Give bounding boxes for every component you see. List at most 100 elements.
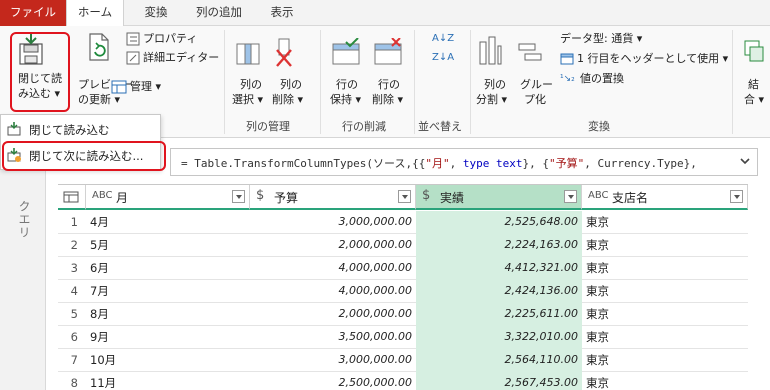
table-row[interactable]: 4 7月 4,000,000.00 2,424,136.00 東京	[58, 280, 748, 303]
cell-branch[interactable]: 東京	[586, 211, 746, 234]
cell-branch[interactable]: 東京	[586, 326, 746, 349]
cell-actual[interactable]: 2,567,453.00	[416, 372, 582, 390]
table-row[interactable]: 5 8月 2,000,000.00 2,225,611.00 東京	[58, 303, 748, 326]
combine-icon	[744, 40, 764, 62]
cell-branch[interactable]: 東京	[586, 349, 746, 372]
keep-rows-label-1: 行の	[336, 78, 358, 91]
cell-budget[interactable]: 2,500,000.00	[250, 372, 416, 390]
cell-month[interactable]: 4月	[90, 211, 250, 234]
combine-label-1: 結	[748, 78, 759, 91]
row-number: 5	[70, 307, 78, 321]
table-row[interactable]: 3 6月 4,000,000.00 4,412,321.00 東京	[58, 257, 748, 280]
sort-ascending-button[interactable]: A↓Z	[432, 32, 454, 46]
remove-columns-label-2: 削除 ▾	[272, 93, 304, 106]
ribbon-tab-bar: ファイル ホーム 変換 列の追加 表示	[0, 0, 770, 27]
cell-month[interactable]: 7月	[90, 280, 250, 303]
choose-columns-label-1: 列の	[240, 78, 262, 91]
choose-columns-icon	[236, 43, 260, 65]
replace-values-icon: ¹↘₂	[560, 74, 575, 84]
column-header-month[interactable]: ABC 月	[86, 185, 250, 210]
cell-budget[interactable]: 3,000,000.00	[250, 349, 416, 372]
sort-descending-button[interactable]: Z↓A	[432, 51, 454, 65]
column-header-budget[interactable]: $ 予算	[250, 185, 416, 210]
formula-string-2: "予算"	[548, 157, 585, 170]
group-by-label-1: グルー	[520, 78, 553, 91]
highlight-close-load	[10, 32, 70, 112]
cell-actual[interactable]: 2,224,163.00	[416, 234, 582, 257]
tab-transform[interactable]: 変換	[132, 0, 180, 26]
column-header-label: 予算	[274, 191, 299, 205]
menu-item-close-load[interactable]: 閉じて読み込む	[1, 117, 160, 143]
cell-month[interactable]: 8月	[90, 303, 250, 326]
cell-month[interactable]: 5月	[90, 234, 250, 257]
queries-label: クエリ	[17, 200, 31, 239]
remove-columns-icon	[276, 38, 292, 67]
cell-actual[interactable]: 2,225,611.00	[416, 303, 582, 326]
cell-budget[interactable]: 3,500,000.00	[250, 326, 416, 349]
filter-dropdown-icon[interactable]	[564, 190, 577, 203]
table-row[interactable]: 6 9月 3,500,000.00 3,322,010.00 東京	[58, 326, 748, 349]
cell-budget[interactable]: 2,000,000.00	[250, 303, 416, 326]
text-type-icon[interactable]: ABC	[92, 190, 113, 201]
remove-rows-label-1: 行の	[378, 78, 400, 91]
cell-actual[interactable]: 2,564,110.00	[416, 349, 582, 372]
cell-actual[interactable]: 4,412,321.00	[416, 257, 582, 280]
formula-prefix: = Table.TransformColumnTypes(ソース,{{	[181, 157, 426, 170]
row-number: 8	[70, 376, 78, 390]
formula-sep-2: }, {	[522, 157, 549, 170]
cell-actual[interactable]: 3,322,010.00	[416, 326, 582, 349]
cell-month[interactable]: 11月	[90, 372, 250, 390]
tab-add-column[interactable]: 列の追加	[184, 0, 254, 26]
use-first-row-label: 1 行目をヘッダーとして使用 ▾	[577, 52, 729, 65]
cell-branch[interactable]: 東京	[586, 280, 746, 303]
cell-branch[interactable]: 東京	[586, 372, 746, 390]
currency-type-icon[interactable]: $	[256, 188, 264, 203]
cell-branch[interactable]: 東京	[586, 234, 746, 257]
choose-columns-label-2: 選択 ▾	[232, 93, 264, 106]
cell-budget[interactable]: 3,000,000.00	[250, 211, 416, 234]
table-menu-button[interactable]	[58, 185, 86, 210]
data-type-dropdown[interactable]: データ型: 通貨 ▾	[560, 32, 642, 46]
cell-actual[interactable]: 2,424,136.00	[416, 280, 582, 303]
cell-month[interactable]: 10月	[90, 349, 250, 372]
expand-formula-chevron-icon[interactable]	[739, 155, 751, 167]
table-row[interactable]: 7 10月 3,000,000.00 2,564,110.00 東京	[58, 349, 748, 372]
cell-actual[interactable]: 2,525,648.00	[416, 211, 582, 234]
table-row[interactable]: 2 5月 2,000,000.00 2,224,163.00 東京	[58, 234, 748, 257]
remove-columns-label-1: 列の	[280, 78, 302, 91]
column-header-actual[interactable]: $ 実績	[416, 185, 582, 210]
formula-text: = Table.TransformColumnTypes(ソース,{{"月" , …	[181, 155, 697, 171]
filter-dropdown-icon[interactable]	[232, 190, 245, 203]
cell-branch[interactable]: 東京	[586, 303, 746, 326]
group-separator	[732, 30, 733, 134]
filter-dropdown-icon[interactable]	[730, 190, 743, 203]
column-header-label: 月	[116, 191, 129, 205]
filter-dropdown-icon[interactable]	[398, 190, 411, 203]
tab-view[interactable]: 表示	[260, 0, 304, 26]
table-row[interactable]: 1 4月 3,000,000.00 2,525,648.00 東京	[58, 211, 748, 234]
cell-budget[interactable]: 2,000,000.00	[250, 234, 416, 257]
properties-label: プロパティ	[143, 32, 198, 45]
formula-bar[interactable]: = Table.TransformColumnTypes(ソース,{{"月" , …	[170, 148, 758, 176]
tab-file[interactable]: ファイル	[0, 0, 66, 26]
formula-sep-1: ,	[449, 157, 463, 170]
properties-icon	[126, 32, 140, 46]
cell-month[interactable]: 9月	[90, 326, 250, 349]
row-number: 3	[70, 261, 78, 275]
currency-type-icon[interactable]: $	[422, 188, 430, 203]
cell-branch[interactable]: 東京	[586, 257, 746, 280]
table-row[interactable]: 8 11月 2,500,000.00 2,567,453.00 東京	[58, 372, 748, 390]
cell-month[interactable]: 6月	[90, 257, 250, 280]
cell-budget[interactable]: 4,000,000.00	[250, 257, 416, 280]
split-column-label-1: 列の	[484, 78, 506, 91]
replace-values-label: 値の置換	[580, 72, 624, 85]
queries-pane-collapsed[interactable]: クエリ	[0, 138, 46, 390]
keep-rows-label-2: 保持 ▾	[330, 93, 362, 106]
tab-home[interactable]: ホーム	[66, 0, 124, 27]
formula-keyword: type text	[462, 157, 523, 170]
group-separator	[320, 30, 321, 134]
cell-budget[interactable]: 4,000,000.00	[250, 280, 416, 303]
column-header-branch[interactable]: ABC 支店名	[582, 185, 748, 210]
text-type-icon[interactable]: ABC	[588, 190, 609, 201]
group-separator	[470, 30, 471, 134]
